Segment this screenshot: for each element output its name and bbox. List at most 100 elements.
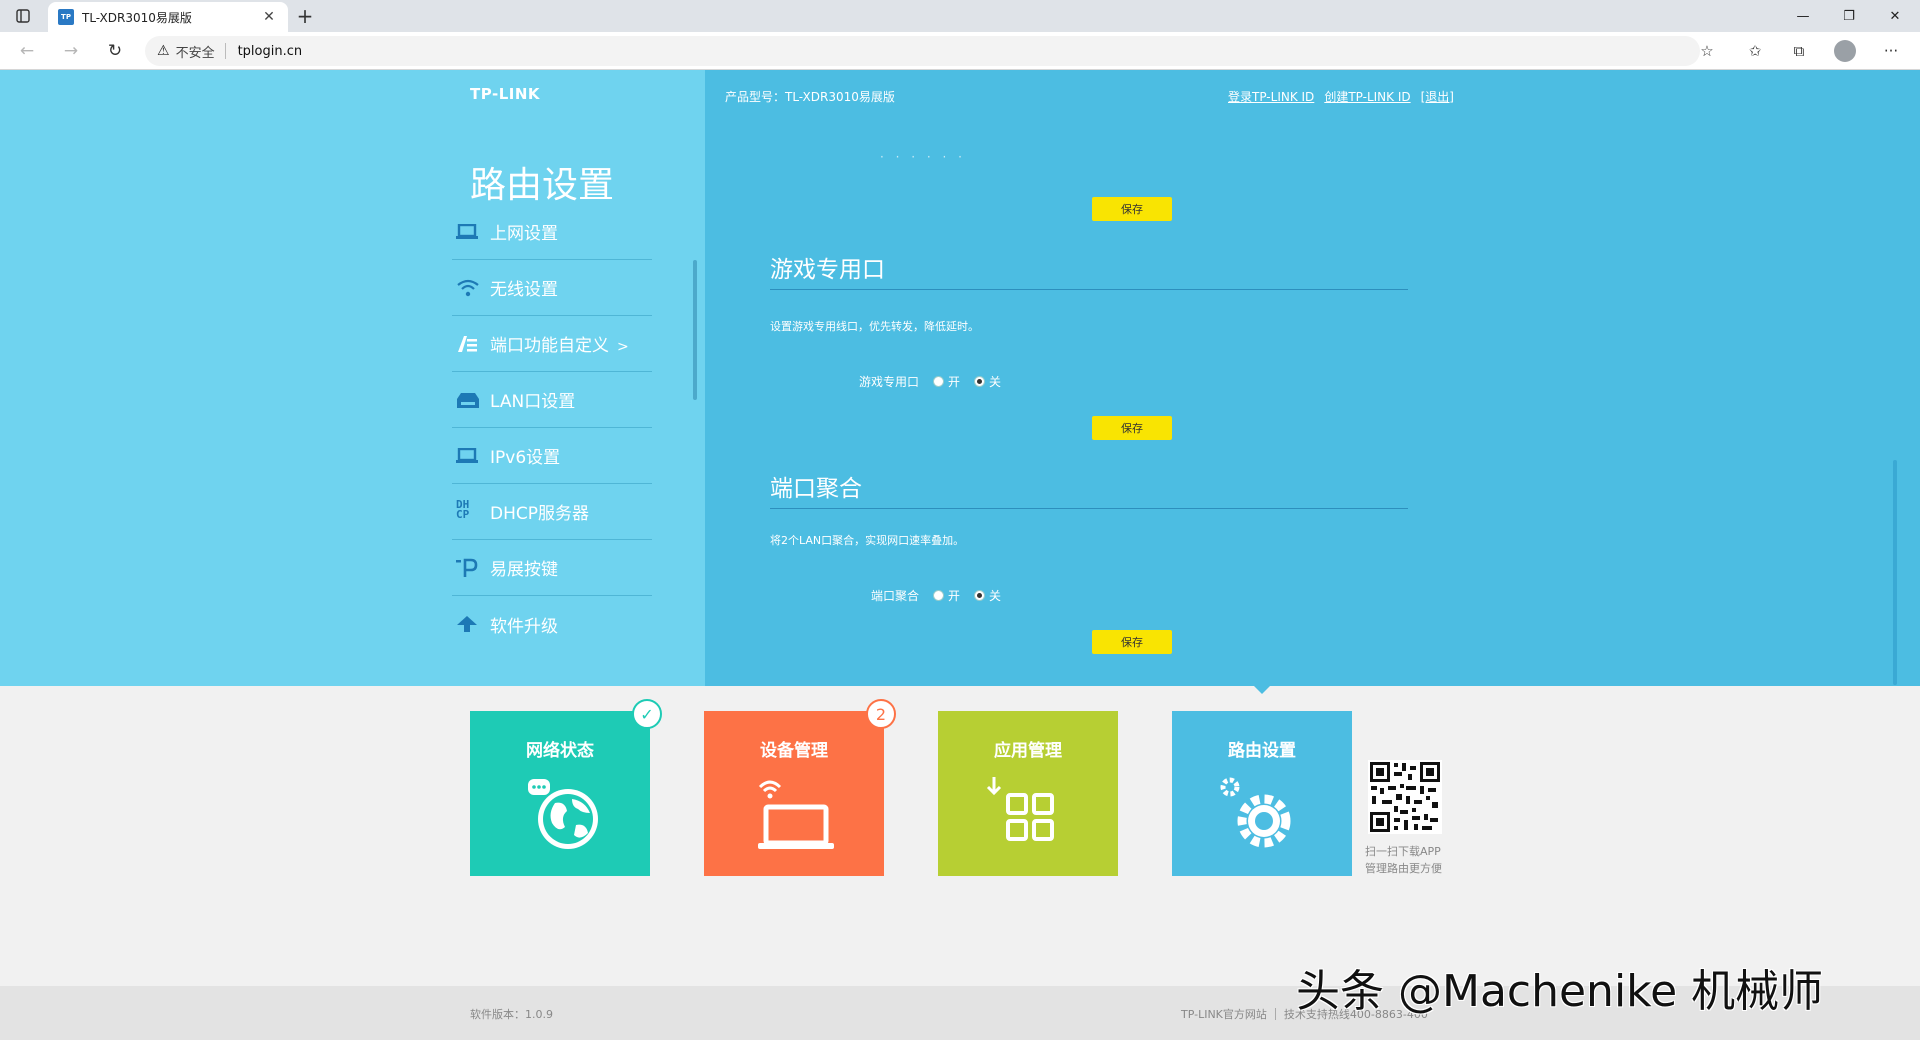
link-agg-off-radio[interactable]: 关 [974, 587, 1001, 604]
content-scrollbar[interactable] [1893, 460, 1897, 685]
radio-checked-icon [974, 590, 986, 601]
back-icon[interactable]: ← [12, 36, 42, 66]
sidebar-item-label: LAN口设置 [490, 392, 576, 412]
link-agg-title: 端口聚合 [770, 476, 862, 502]
tile-app-management[interactable]: 应用管理 [938, 711, 1118, 876]
sidebar-item-easy-expand[interactable]: 易展按键 [452, 540, 652, 596]
sidebar-item-lan[interactable]: LAN口设置 [452, 372, 652, 428]
forward-icon[interactable]: → [56, 36, 86, 66]
save-button[interactable]: 保存 [1092, 197, 1172, 221]
close-window-icon[interactable]: ✕ [1872, 0, 1918, 32]
sidebar-item-port-custom[interactable]: 端口功能自定义 > [452, 316, 652, 372]
tile-title: 设备管理 [760, 741, 828, 761]
footer-divider [1274, 1008, 1276, 1020]
tp-link-logo: TP-LINK [470, 85, 541, 103]
url-input[interactable]: ⚠ 不安全 tplogin.cn [145, 36, 1700, 66]
globe-icon [528, 779, 598, 849]
wifi-icon [452, 276, 490, 300]
url-text: tplogin.cn [237, 43, 303, 59]
more-menu-icon[interactable]: ··· [1876, 36, 1906, 66]
game-port-off-radio[interactable]: 关 [974, 373, 1001, 390]
laptop-icon [452, 220, 490, 244]
minimize-icon[interactable]: — [1780, 0, 1826, 32]
link-agg-on-radio[interactable]: 开 [933, 587, 960, 604]
tile-title: 网络状态 [526, 741, 594, 761]
sidebar-item-label: 上网设置 [490, 224, 558, 244]
sidebar-item-label: 无线设置 [490, 280, 558, 300]
url-divider [224, 43, 226, 59]
link-agg-label: 端口聚合 [870, 589, 919, 603]
tile-router-settings[interactable]: 路由设置 [1172, 711, 1352, 876]
insecure-label: 不安全 [175, 45, 215, 61]
section-divider [770, 508, 1408, 509]
link-agg-save-button[interactable]: 保存 [1092, 630, 1172, 654]
dhcp-icon: DH CP [456, 497, 470, 521]
section-divider [770, 289, 1408, 290]
tile-title: 应用管理 [994, 741, 1062, 761]
radio-checked-icon [974, 376, 986, 387]
tile-device-management[interactable]: 设备管理 2 [704, 699, 896, 876]
warning-icon: ⚠ [157, 43, 170, 59]
chevron-right-icon: > [617, 339, 629, 355]
browser-tab[interactable]: TP TL-XDR3010易展版 ✕ [48, 2, 288, 32]
radio-icon [933, 376, 944, 387]
laptop-wifi-icon [758, 780, 834, 849]
browser-tab-bar: TP TL-XDR3010易展版 ✕ + — ❐ ✕ [0, 0, 1920, 32]
tp-favicon-icon: TP [58, 9, 74, 25]
sidebar-item-internet[interactable]: 上网设置 [452, 204, 652, 260]
qr-code-icon [1368, 760, 1442, 834]
sidebar-item-label: IPv6设置 [490, 448, 561, 468]
sidebar-menu: 上网设置 无线设置 端口功能自定义 > LAN口设置 IPv6设置 DH CP … [452, 204, 652, 652]
qr-caption: 扫一扫下载APP 管理路由更方便 [1365, 845, 1442, 875]
new-tab-icon[interactable]: + [290, 1, 320, 31]
upload-arrow-icon [452, 612, 490, 636]
clipped-option-row: · · · · · · [880, 150, 966, 158]
refresh-icon[interactable]: ↻ [100, 36, 130, 66]
check-badge-icon: ✓ [632, 699, 662, 729]
add-favorite-icon[interactable]: ☆ [1692, 36, 1722, 66]
sidebar-item-label: 易展按键 [490, 560, 558, 580]
product-model: 产品型号：TL-XDR3010易展版 [725, 90, 895, 104]
account-links: 登录TP-LINK ID 创建TP-LINK ID [退出] [1228, 88, 1454, 105]
tile-title: 路由设置 [1228, 741, 1296, 761]
address-bar: ← → ↻ ⚠ 不安全 tplogin.cn ☆ ✩ ⧉ ··· [0, 32, 1920, 70]
easy-expand-icon [452, 556, 490, 580]
create-id-link[interactable]: 创建TP-LINK ID [1324, 88, 1410, 105]
count-badge: 2 [866, 699, 896, 729]
link-agg-option-row: 端口聚合 开 关 [770, 587, 1408, 604]
restore-icon[interactable]: ❐ [1826, 0, 1872, 32]
sidebar-item-label: DHCP服务器 [490, 504, 589, 524]
profile-avatar[interactable] [1830, 36, 1860, 66]
sidebar-item-label: 软件升级 [490, 616, 558, 637]
sidebar-item-upgrade[interactable]: 软件升级 [452, 596, 652, 652]
watermark-text: 头条 @Machenike 机械师 [1296, 966, 1824, 1017]
sidebar-scrollbar[interactable] [693, 260, 697, 400]
apps-grid-icon [986, 777, 1054, 841]
gear-icon [1220, 777, 1291, 848]
software-version: 软件版本：1.0.9 [470, 1008, 553, 1021]
lan-icon [452, 388, 490, 412]
sidebar-item-wireless[interactable]: 无线设置 [452, 260, 652, 316]
laptop-icon [452, 444, 490, 468]
official-site-link[interactable]: TP-LINK官方网站 [1181, 1006, 1267, 1022]
radio-icon [933, 590, 944, 601]
game-port-on-radio[interactable]: 开 [933, 373, 960, 390]
sidebar-item-ipv6[interactable]: IPv6设置 [452, 428, 652, 484]
game-port-save-button[interactable]: 保存 [1092, 416, 1172, 440]
sidebar-item-label: 端口功能自定义 > [490, 336, 629, 356]
tab-close-icon[interactable]: ✕ [260, 9, 278, 25]
sidebar-title: 路由设置 [470, 165, 615, 206]
game-port-option-row: 游戏专用口 开 关 [770, 373, 1408, 390]
collections-icon[interactable]: ⧉ [1784, 36, 1814, 66]
tile-network-status[interactable]: 网络状态 ✓ [470, 699, 662, 876]
link-agg-description: 将2个LAN口聚合，实现网口速率叠加。 [770, 534, 965, 547]
tab-actions-icon[interactable] [8, 1, 38, 31]
tab-title: TL-XDR3010易展版 [82, 10, 192, 25]
game-port-label: 游戏专用口 [858, 375, 919, 389]
logout-link[interactable]: [退出] [1421, 88, 1454, 105]
sidebar-item-dhcp[interactable]: DH CP DHCP服务器 [452, 484, 652, 540]
login-link[interactable]: 登录TP-LINK ID [1228, 88, 1314, 105]
port-custom-icon [452, 332, 490, 356]
game-port-title: 游戏专用口 [770, 257, 885, 283]
favorites-icon[interactable]: ✩ [1740, 36, 1770, 66]
